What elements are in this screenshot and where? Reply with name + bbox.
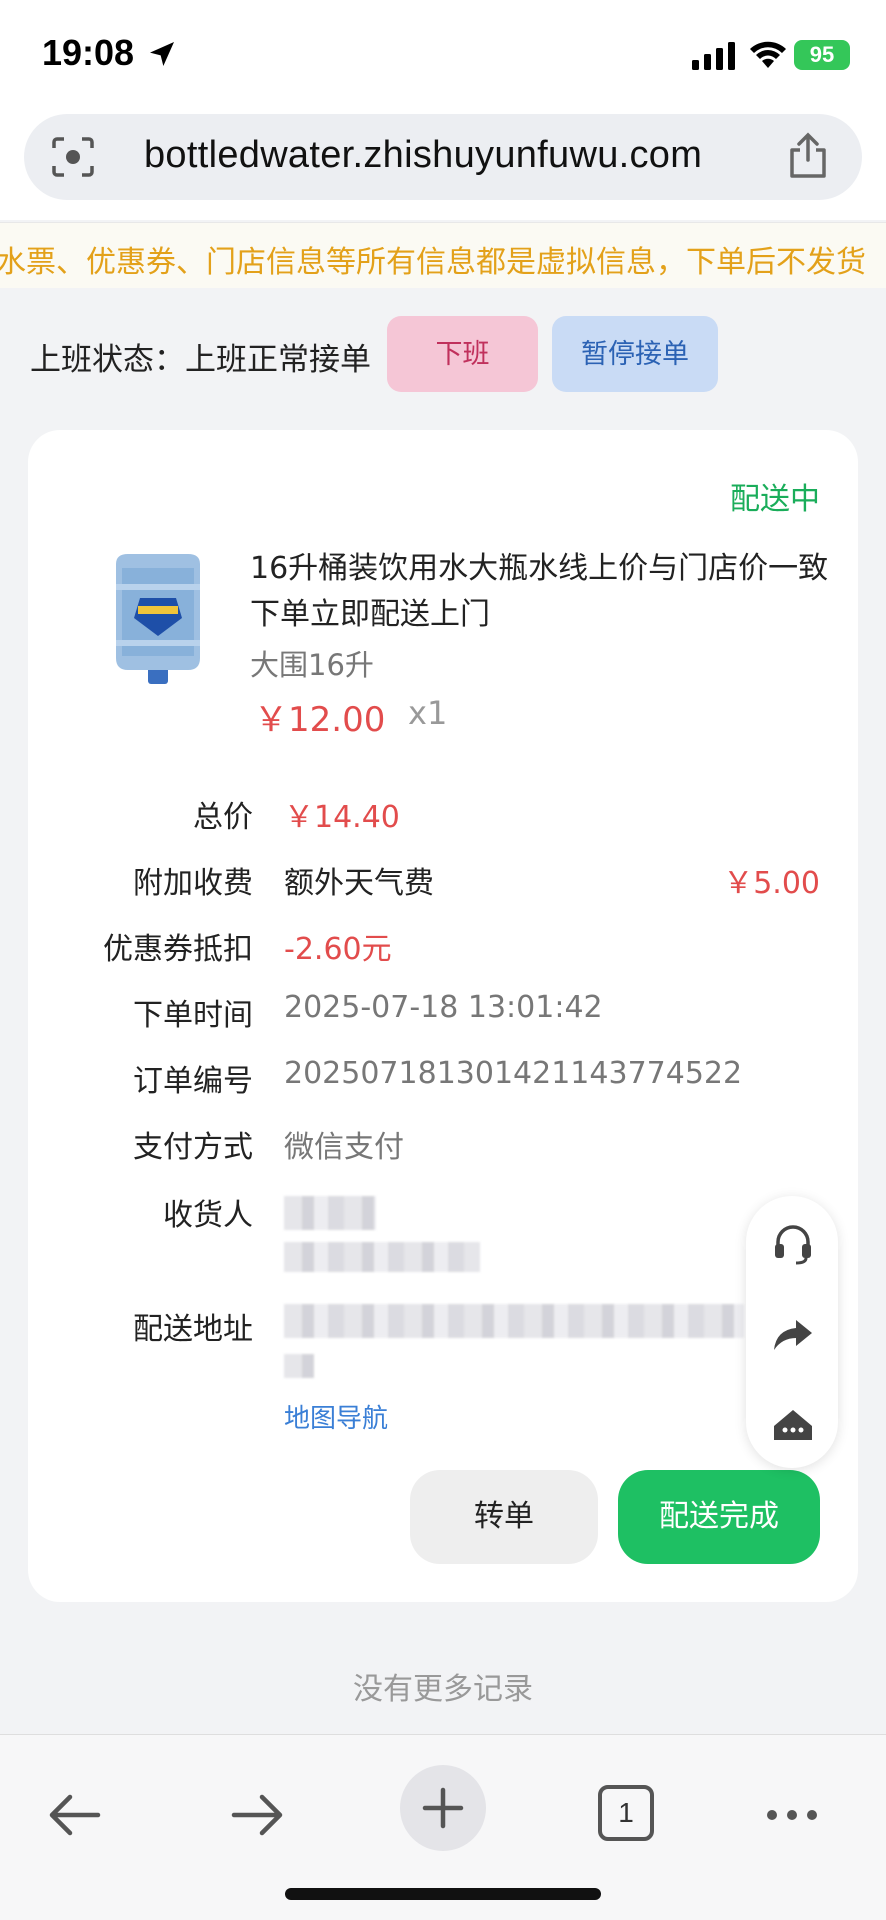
order-time-label: 下单时间: [133, 998, 253, 1033]
water-bottle-image: [116, 554, 200, 684]
cellular-signal-icon: [692, 42, 735, 70]
coupon-value: -2.60元: [284, 932, 392, 967]
address-redacted-line1: [284, 1304, 744, 1338]
home-indicator: [285, 1888, 601, 1900]
address-bar[interactable]: bottledwater.zhishuyunfuwu.com: [24, 114, 862, 200]
product-price: ￥12.00: [254, 700, 386, 740]
order-time-value: 2025-07-18 13:01:42: [284, 990, 603, 1025]
headset-icon[interactable]: [770, 1220, 816, 1266]
map-navigation-link[interactable]: 地图导航: [284, 1398, 388, 1435]
total-value: ￥14.40: [284, 800, 400, 835]
surcharge-label: 附加收费: [133, 866, 253, 901]
status-bar: 19:08 95: [0, 0, 886, 110]
address-label: 配送地址: [133, 1312, 253, 1347]
tab-switcher-button[interactable]: 1: [598, 1785, 654, 1841]
transfer-order-button[interactable]: 转单: [410, 1470, 598, 1564]
pause-orders-button[interactable]: 暂停接单: [552, 316, 718, 392]
notice-bar: 水票、优惠券、门店信息等所有信息都是虚拟信息，下单后不发货: [0, 222, 886, 288]
share-forward-icon[interactable]: [770, 1310, 816, 1356]
product-quantity: x1: [408, 694, 448, 732]
battery-indicator: 95: [794, 40, 850, 70]
forward-arrow-icon[interactable]: [228, 1787, 288, 1843]
browser-address-area: bottledwater.zhishuyunfuwu.com: [0, 110, 886, 220]
work-status-label: 上班状态：上班正常接单: [30, 342, 371, 378]
plus-icon: [422, 1787, 464, 1829]
payment-value: 微信支付: [284, 1130, 404, 1165]
receiver-label: 收货人: [163, 1198, 253, 1233]
total-label: 总价: [193, 800, 253, 835]
back-arrow-icon[interactable]: [44, 1787, 104, 1843]
lens-camera-icon[interactable]: [50, 136, 96, 178]
product-spec: 大围16升: [250, 648, 374, 682]
new-tab-button[interactable]: [400, 1765, 486, 1851]
surcharge-value: ￥5.00: [723, 866, 820, 901]
work-status-row: 上班状态：上班正常接单 下班 暂停接单: [0, 316, 886, 396]
off-duty-button[interactable]: 下班: [387, 316, 538, 392]
receiver-name-redacted: [284, 1196, 376, 1230]
wifi-icon: [750, 41, 786, 68]
url-text[interactable]: bottledwater.zhishuyunfuwu.com: [144, 134, 702, 177]
order-card: 配送中 16升桶装饮用水大瓶水线上价与门店价一致下单立即配送上门 大围16升 ￥…: [28, 430, 858, 1602]
order-number-label: 订单编号: [133, 1064, 253, 1099]
order-status: 配送中: [730, 482, 820, 517]
notice-text: 水票、优惠券、门店信息等所有信息都是虚拟信息，下单后不发货: [0, 245, 866, 280]
payment-label: 支付方式: [133, 1130, 253, 1165]
receiver-phone-redacted: [284, 1242, 480, 1272]
location-arrow-icon: [150, 42, 174, 66]
address-redacted-line2: [284, 1354, 314, 1378]
share-icon[interactable]: [786, 132, 830, 180]
order-number-value: 202507181301421143774522: [284, 1056, 743, 1091]
more-options-icon[interactable]: [762, 1787, 822, 1843]
home-icon[interactable]: [770, 1402, 816, 1448]
surcharge-name: 额外天气费: [284, 866, 434, 901]
product-title: 16升桶装饮用水大瓶水线上价与门店价一致下单立即配送上门: [250, 551, 829, 632]
status-time: 19:08: [42, 32, 135, 73]
coupon-label: 优惠券抵扣: [103, 932, 253, 967]
no-more-records: 没有更多记录: [353, 1672, 533, 1707]
delivery-complete-button[interactable]: 配送完成: [618, 1470, 820, 1564]
floating-action-panel: [746, 1196, 838, 1468]
